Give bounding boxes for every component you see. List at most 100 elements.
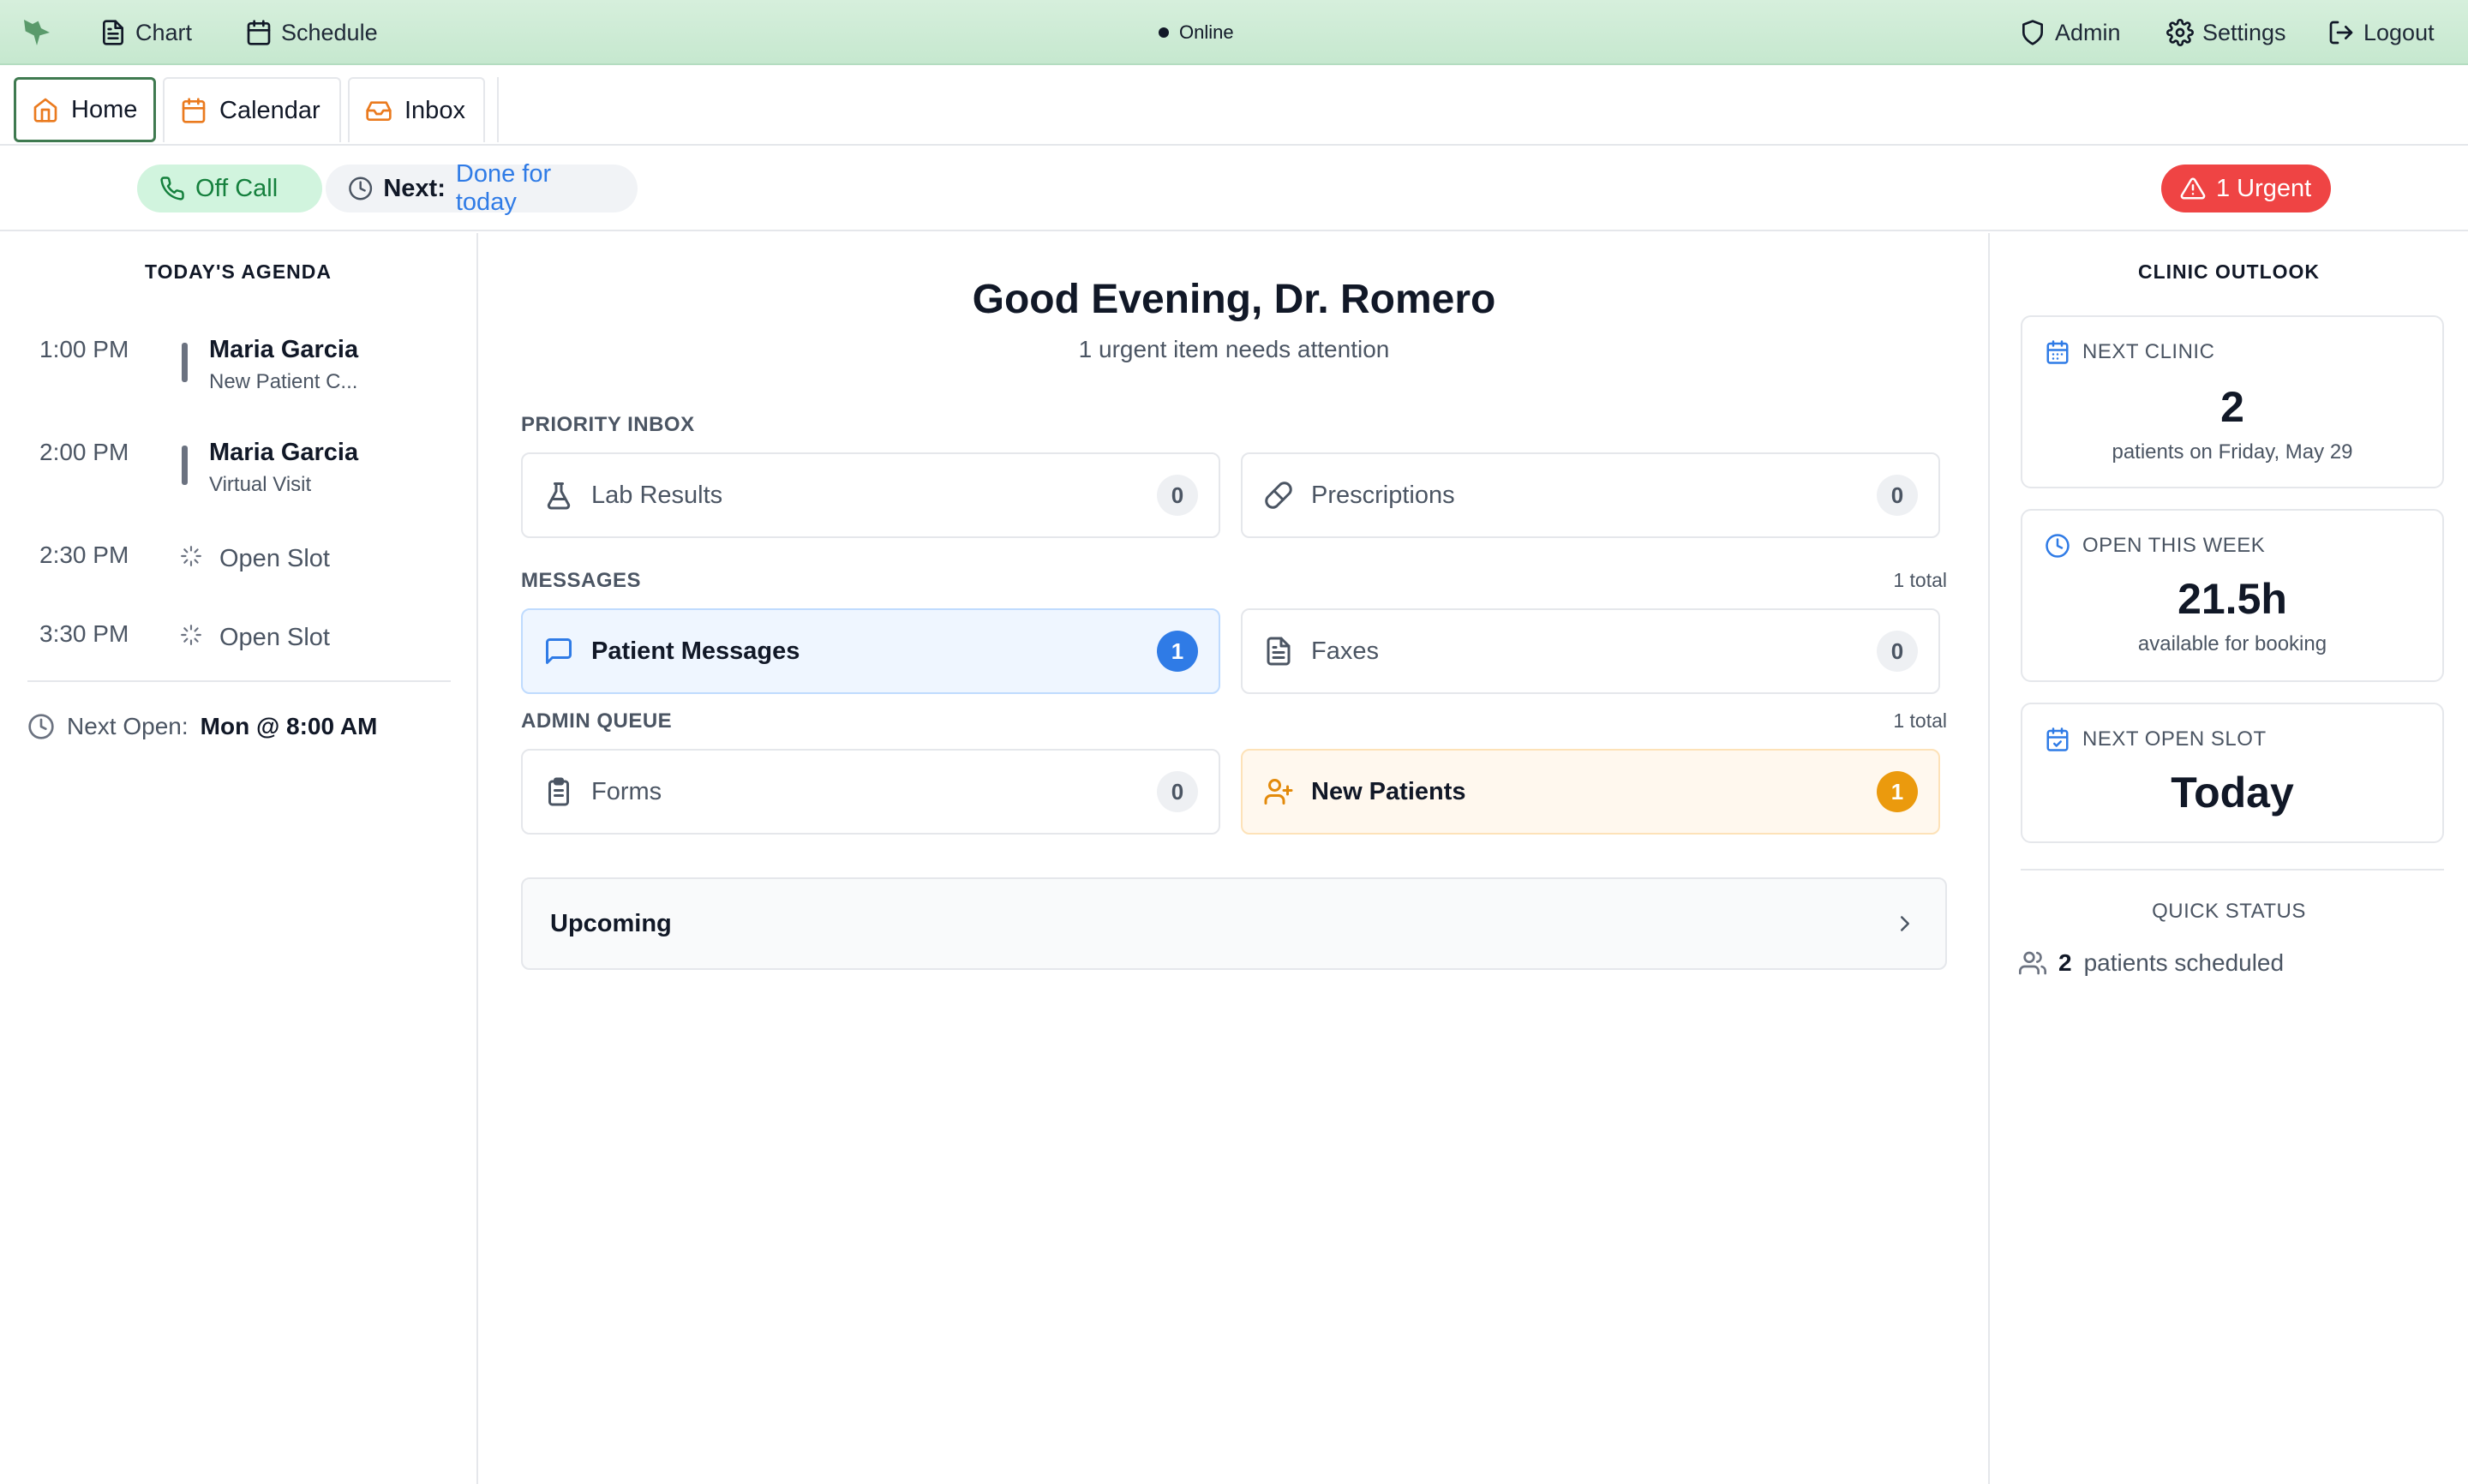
upcoming-label: Upcoming <box>550 909 672 937</box>
agenda-title: TODAY'S AGENDA <box>145 260 332 283</box>
quick-status-text: patients scheduled <box>2083 949 2285 976</box>
card-label: Faxes <box>1311 637 1379 665</box>
admin-queue-total: 1 total <box>1893 709 1947 732</box>
tab-calendar-label: Calendar <box>219 96 320 124</box>
next-open-slot: Next Open: Mon @ 8:00 AM <box>27 713 377 740</box>
tab-bar: Home Calendar Inbox <box>0 65 2468 146</box>
tab-calendar[interactable]: Calendar <box>163 77 341 142</box>
clinic-outlook-panel: CLINIC OUTLOOK NEXT CLINIC 2 patients on… <box>1988 233 2468 1484</box>
status-dot-icon <box>1159 27 1169 38</box>
connection-status-label: Online <box>1179 21 1234 43</box>
open-slot-label: Open Slot <box>219 545 330 572</box>
nav-chart[interactable]: Chart <box>99 0 192 65</box>
warning-icon <box>2180 177 2206 200</box>
status-row: Off Call Next: Done for today 1 Urgent <box>0 146 2468 231</box>
phone-icon <box>160 177 184 200</box>
agenda-time: 1:00 PM <box>39 336 129 362</box>
quick-status-title: QUICK STATUS <box>2152 900 2306 923</box>
count-badge: 0 <box>1877 475 1918 516</box>
next-label: Next: <box>383 174 446 202</box>
user-plus-icon <box>1264 779 1293 805</box>
upcoming-section[interactable]: Upcoming <box>521 877 1947 970</box>
count-badge: 1 <box>1157 631 1198 672</box>
clock-icon <box>349 177 373 200</box>
clock-icon <box>2046 534 2070 558</box>
open-week-card[interactable]: OPEN THIS WEEK 21.5h available for booki… <box>2021 509 2444 682</box>
loader-icon <box>181 625 201 645</box>
appointment-marker <box>182 343 188 382</box>
faxes-card[interactable]: Faxes 0 <box>1241 608 1940 694</box>
next-clinic-detail: patients on Friday, May 29 <box>2112 440 2353 464</box>
logout-icon <box>2329 21 2353 45</box>
clock-icon <box>28 714 54 739</box>
shield-icon <box>2022 20 2043 45</box>
calendar-icon <box>247 20 271 45</box>
tab-divider <box>497 77 499 142</box>
nav-logout[interactable]: Logout <box>2327 0 2435 65</box>
urgent-badge[interactable]: 1 Urgent <box>2161 165 2331 212</box>
next-appointment-badge: Next: Done for today <box>326 160 638 216</box>
gear-icon <box>2166 19 2194 46</box>
calendar-icon <box>182 98 206 123</box>
chevron-right-icon <box>1901 916 1909 931</box>
connection-status: Online <box>1159 0 1234 65</box>
home-icon <box>33 98 57 123</box>
lab-results-card[interactable]: Lab Results 0 <box>521 452 1220 538</box>
messages-total: 1 total <box>1893 569 1947 591</box>
patient-messages-card[interactable]: Patient Messages 1 <box>521 608 1220 694</box>
card-label: Forms <box>591 777 662 805</box>
next-clinic-card[interactable]: NEXT CLINIC 2 patients on Friday, May 29 <box>2021 315 2444 488</box>
call-status-label: Off Call <box>195 174 279 202</box>
nav-settings[interactable]: Settings <box>2166 0 2286 65</box>
users-icon <box>2019 951 2046 975</box>
next-slot-label: NEXT OPEN SLOT <box>2082 727 2267 751</box>
nav-schedule-label: Schedule <box>281 19 378 45</box>
urgent-label: 1 Urgent <box>2216 174 2312 202</box>
appointment-marker <box>182 446 188 485</box>
tab-home-label: Home <box>71 95 138 123</box>
app-logo-icon[interactable] <box>19 15 55 50</box>
agenda-time: 2:30 PM <box>39 542 129 568</box>
next-slot-header: NEXT OPEN SLOT <box>2045 727 2267 752</box>
card-label: New Patients <box>1311 777 1466 805</box>
next-open-label: Next Open: <box>67 713 189 739</box>
open-slot-label: Open Slot <box>219 624 330 651</box>
calendar-check-icon <box>2046 727 2069 751</box>
file-text-icon <box>103 20 123 45</box>
outlook-divider <box>2021 869 2444 871</box>
quick-status-count: 2 <box>2058 949 2072 976</box>
next-clinic-label: NEXT CLINIC <box>2082 340 2215 363</box>
inbox-icon <box>366 101 392 121</box>
agenda-divider <box>27 680 451 682</box>
forms-card[interactable]: Forms 0 <box>521 749 1220 835</box>
open-week-label: OPEN THIS WEEK <box>2082 534 2266 557</box>
open-week-value: 21.5h <box>2177 575 2287 623</box>
next-value: Done for today <box>455 160 552 216</box>
agenda-patient-name: Maria Garcia <box>209 439 359 466</box>
next-clinic-value: 2 <box>2220 383 2244 431</box>
page-title: Good Evening, Dr. Romero <box>972 277 1496 322</box>
tab-inbox-label: Inbox <box>404 96 465 124</box>
prescriptions-card[interactable]: Prescriptions 0 <box>1241 452 1940 538</box>
nav-admin[interactable]: Admin <box>2019 0 2121 65</box>
page-subtitle: 1 urgent item needs attention <box>1078 336 1390 362</box>
quick-status-row: 2 patients scheduled <box>2019 949 2284 977</box>
clipboard-icon <box>548 777 569 806</box>
message-icon <box>546 638 572 664</box>
next-clinic-header: NEXT CLINIC <box>2045 339 2214 365</box>
count-badge: 0 <box>1157 771 1198 812</box>
call-status-badge[interactable]: Off Call <box>137 165 322 212</box>
next-slot-card[interactable]: NEXT OPEN SLOT Today <box>2021 703 2444 843</box>
card-label: Lab Results <box>591 481 723 509</box>
agenda-time: 3:30 PM <box>39 620 129 647</box>
open-week-detail: available for booking <box>2137 632 2327 655</box>
tab-home[interactable]: Home <box>14 77 156 142</box>
new-patients-card[interactable]: New Patients 1 <box>1241 749 1940 835</box>
agenda-visit-type: Virtual Visit <box>209 473 312 496</box>
messages-label: MESSAGES <box>521 569 642 592</box>
document-icon <box>1267 637 1291 666</box>
agenda-visit-type: New Patient C... <box>209 370 358 393</box>
nav-schedule[interactable]: Schedule <box>245 0 378 65</box>
nav-logout-label: Logout <box>2363 19 2435 45</box>
tab-inbox[interactable]: Inbox <box>348 77 485 142</box>
